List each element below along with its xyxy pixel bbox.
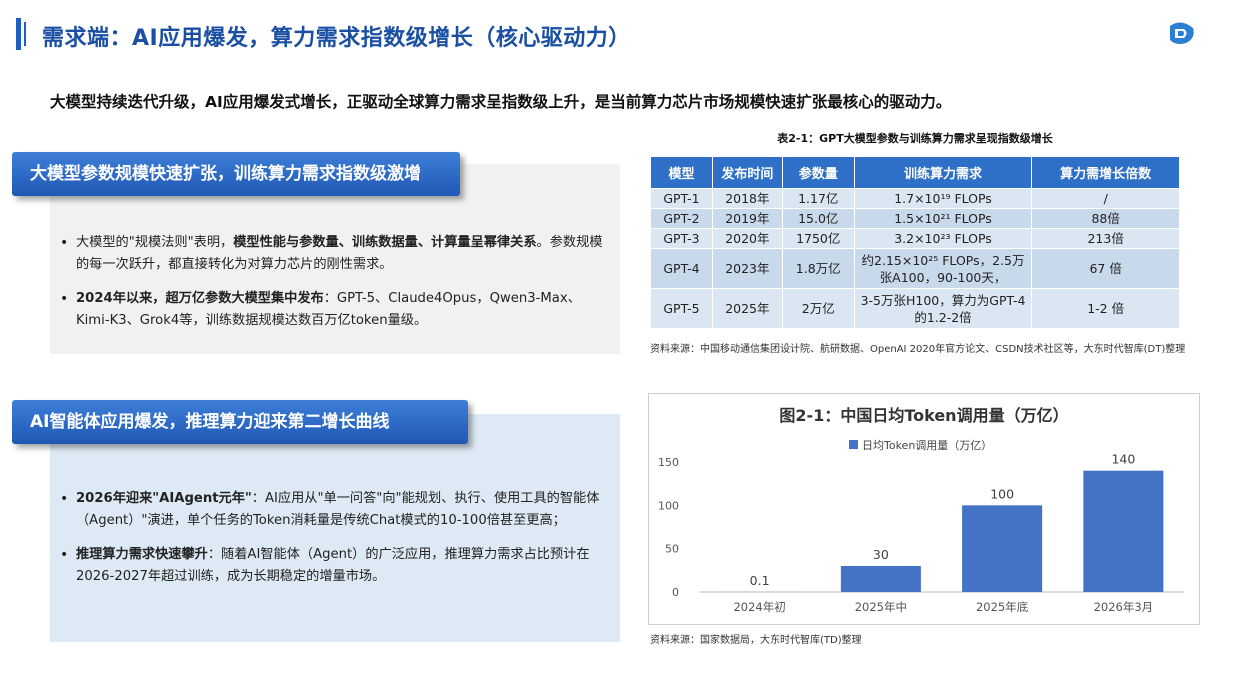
section2-bullet-2: 推理算力需求快速攀升：随着AI智能体（Agent）的广泛应用，推理算力需求占比预… bbox=[58, 544, 614, 588]
lead-statement: 大模型持续迭代升级，AI应用爆发式增长，正驱动全球算力需求呈指数级上升，是当前算… bbox=[50, 93, 952, 111]
cell-year: 2023年 bbox=[711, 248, 783, 289]
cell-flops: 3-5万张H100，算力为GPT-4的1.2-2倍 bbox=[853, 288, 1033, 329]
legend-label: 日均Token调用量（万亿） bbox=[862, 439, 992, 452]
company-logo-icon bbox=[1170, 22, 1194, 44]
section2-bullet-1: 2026年迎来"AIAgent元年"：AI应用从"单一问答"向"能规划、执行、使… bbox=[58, 488, 614, 532]
bar bbox=[840, 566, 921, 592]
cell-year: 2018年 bbox=[711, 188, 783, 209]
section1-bullet-1: 大模型的"规模法则"表明，模型性能与参数量、训练数据量、计算量呈幂律关系。参数规… bbox=[58, 232, 614, 276]
y-tick-label: 50 bbox=[665, 543, 679, 556]
cell-growth: 67 倍 bbox=[1031, 248, 1180, 289]
bar-value-label: 140 bbox=[1111, 452, 1135, 467]
cell-params: 1.17亿 bbox=[781, 188, 855, 209]
legend-swatch bbox=[849, 440, 858, 449]
bar-value-label: 100 bbox=[990, 486, 1014, 501]
cell-year: 2020年 bbox=[711, 228, 783, 249]
cell-params: 2万亿 bbox=[781, 288, 855, 329]
cell-params: 15.0亿 bbox=[781, 208, 855, 229]
cell-growth: 88倍 bbox=[1031, 208, 1180, 229]
cell-flops: 1.5×10²¹ FLOPs bbox=[853, 208, 1033, 229]
table-header-cell: 训练算力需求 bbox=[853, 156, 1033, 189]
cell-year: 2025年 bbox=[711, 288, 783, 329]
table-caption: 表2-1：GPT大模型参数与训练算力需求呈现指数级增长 bbox=[777, 132, 1053, 145]
cell-model: GPT-4 bbox=[650, 248, 713, 289]
cell-params: 1750亿 bbox=[781, 228, 855, 249]
bar bbox=[962, 505, 1043, 592]
x-tick-label: 2024年初 bbox=[733, 600, 785, 614]
cell-year: 2019年 bbox=[711, 208, 783, 229]
cell-model: GPT-2 bbox=[650, 208, 713, 229]
cell-model: GPT-3 bbox=[650, 228, 713, 249]
table-row: GPT-2 2019年 15.0亿 1.5×10²¹ FLOPs 88倍 bbox=[650, 208, 1180, 229]
table-row: GPT-4 2023年 1.8万亿 约2.15×10²⁵ FLOPs，2.5万张… bbox=[650, 248, 1180, 289]
table-source-note: 资料来源：中国移动通信集团设计院、航研数据、OpenAI 2020年官方论文、C… bbox=[650, 344, 1186, 355]
cell-params: 1.8万亿 bbox=[781, 248, 855, 289]
x-tick-label: 2026年3月 bbox=[1094, 600, 1154, 614]
chart-title: 图2-1：中国日均Token调用量（万亿） bbox=[779, 406, 1068, 425]
bar-value-label: 30 bbox=[873, 547, 889, 562]
page-title: 需求端：AI应用爆发，算力需求指数级增长（核心驱动力） bbox=[42, 26, 631, 51]
x-tick-label: 2025年中 bbox=[855, 600, 907, 614]
y-tick-label: 150 bbox=[658, 456, 679, 469]
section1-bullets: 大模型的"规模法则"表明，模型性能与参数量、训练数据量、计算量呈幂律关系。参数规… bbox=[58, 232, 614, 344]
gpt-compute-table: 模型 发布时间 参数量 训练算力需求 算力需增长倍数 GPT-1 2018年 1… bbox=[650, 156, 1180, 329]
table-header-row: 模型 发布时间 参数量 训练算力需求 算力需增长倍数 bbox=[650, 156, 1180, 189]
token-bar-chart: 图2-1：中国日均Token调用量（万亿） 日均Token调用量（万亿） 0 50… bbox=[658, 406, 1184, 614]
x-tick-label: 2025年底 bbox=[976, 600, 1029, 614]
y-tick-label: 0 bbox=[672, 586, 679, 599]
table-header-cell: 模型 bbox=[650, 156, 713, 189]
table-row: GPT-1 2018年 1.17亿 1.7×10¹⁹ FLOPs / bbox=[650, 188, 1180, 209]
cell-growth: 1-2 倍 bbox=[1031, 288, 1180, 329]
cell-flops: 3.2×10²³ FLOPs bbox=[853, 228, 1033, 249]
section1-bullet-2: 2024年以来，超万亿参数大模型集中发布：GPT-5、Claude4Opus，Q… bbox=[58, 288, 614, 332]
title-accent-bar bbox=[16, 18, 21, 50]
table-row: GPT-3 2020年 1750亿 3.2×10²³ FLOPs 213倍 bbox=[650, 228, 1180, 249]
bar-value-label: 0.1 bbox=[750, 573, 770, 588]
cell-growth: / bbox=[1031, 188, 1180, 209]
section2-bullets: 2026年迎来"AIAgent元年"：AI应用从"单一问答"向"能规划、执行、使… bbox=[58, 488, 614, 600]
table-header-cell: 算力需增长倍数 bbox=[1031, 156, 1180, 189]
table-row: GPT-5 2025年 2万亿 3-5万张H100，算力为GPT-4的1.2-2… bbox=[650, 288, 1180, 329]
cell-growth: 213倍 bbox=[1031, 228, 1180, 249]
table-header-cell: 参数量 bbox=[781, 156, 855, 189]
table-header-cell: 发布时间 bbox=[711, 156, 783, 189]
section2-heading: AI智能体应用爆发，推理算力迎来第二增长曲线 bbox=[12, 400, 468, 444]
cell-flops: 约2.15×10²⁵ FLOPs，2.5万张A100，90-100天， bbox=[853, 248, 1033, 289]
title-accent-bar-thin bbox=[24, 22, 26, 46]
section1-heading: 大模型参数规模快速扩张，训练算力需求指数级激增 bbox=[12, 152, 460, 196]
bar bbox=[1083, 470, 1164, 592]
token-chart-frame: 图2-1：中国日均Token调用量（万亿） 日均Token调用量（万亿） 0 50… bbox=[648, 393, 1200, 625]
chart-source-note: 资料来源：国家数据局，大东时代智库(TD)整理 bbox=[650, 635, 862, 646]
cell-flops: 1.7×10¹⁹ FLOPs bbox=[853, 188, 1033, 209]
cell-model: GPT-1 bbox=[650, 188, 713, 209]
cell-model: GPT-5 bbox=[650, 288, 713, 329]
y-tick-label: 100 bbox=[658, 499, 679, 512]
chart-marks: 0 50 100 150 0.1 2024年初 30 2025年中 100 2025年底 140 20… bbox=[658, 452, 1184, 614]
